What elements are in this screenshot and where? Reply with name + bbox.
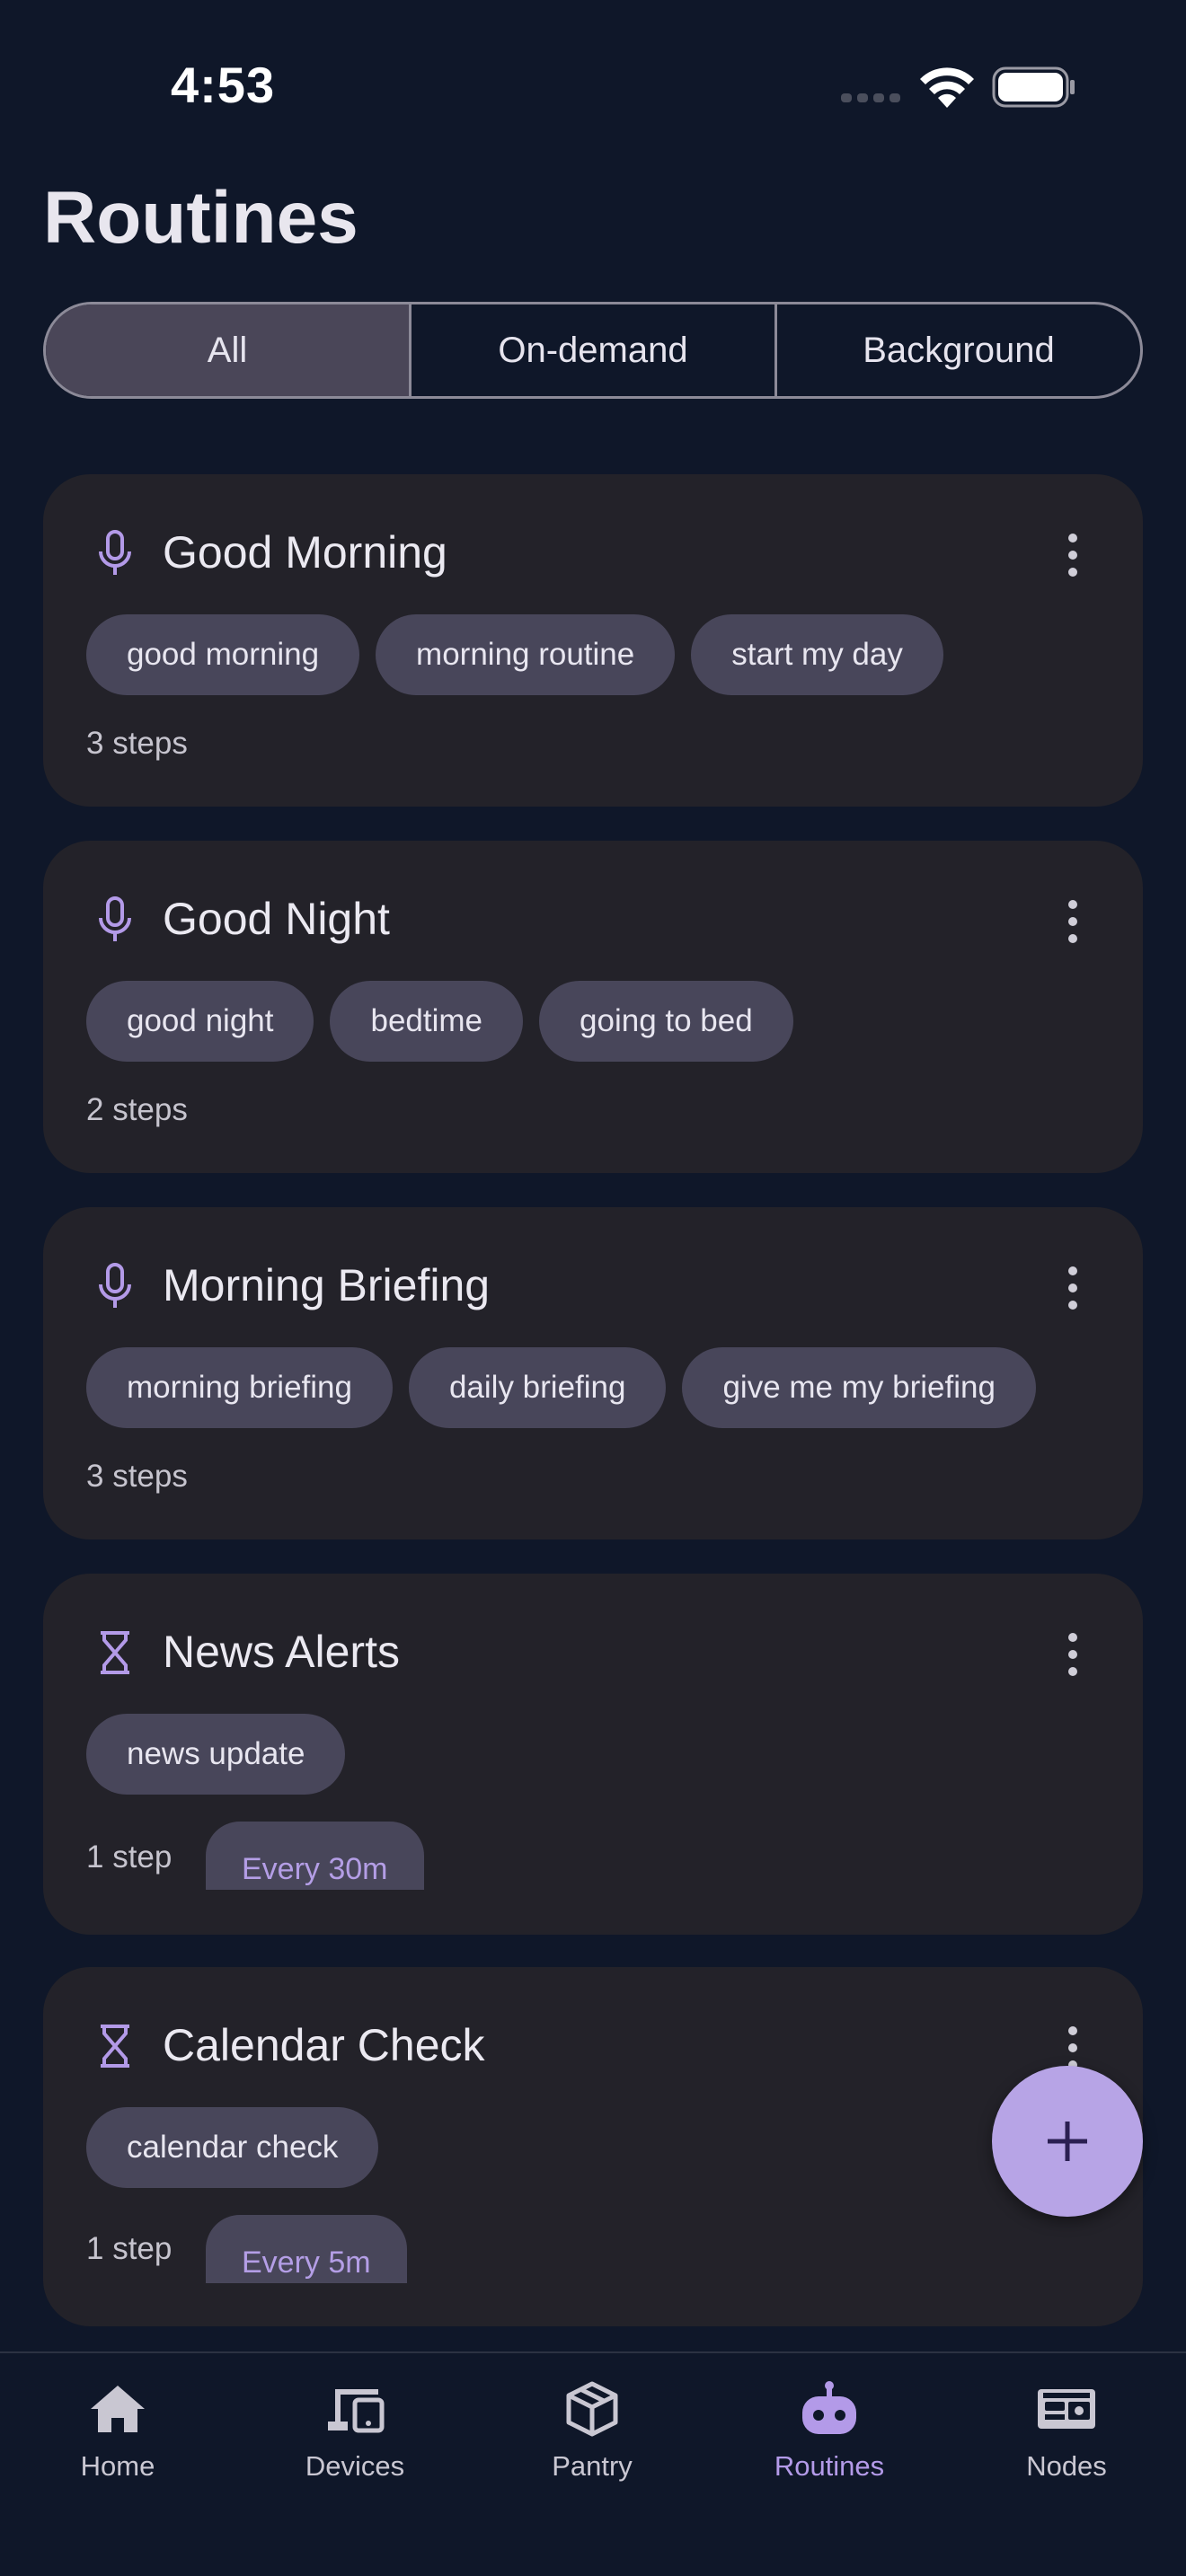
more-options-icon[interactable] — [1066, 2026, 1080, 2069]
nav-label: Devices — [305, 2450, 405, 2482]
more-options-icon[interactable] — [1066, 1633, 1080, 1676]
home-icon — [91, 2386, 145, 2432]
microphone-icon — [99, 896, 131, 941]
routine-card[interactable]: Calendar Check calendar check 1 step Eve… — [43, 1967, 1143, 2326]
nav-nodes[interactable]: Nodes — [977, 2380, 1156, 2506]
routine-card[interactable]: News Alerts news update 1 step Every 30m — [43, 1574, 1143, 1935]
hourglass-icon — [101, 2025, 129, 2068]
status-bar: 4:53 — [0, 0, 1186, 171]
page-title: Routines — [43, 177, 358, 259]
plus-icon — [1048, 2122, 1087, 2161]
trigger-phrase-chip: daily briefing — [408, 1347, 667, 1428]
more-options-icon[interactable] — [1066, 1266, 1080, 1310]
trigger-phrase-chip: good morning — [86, 614, 360, 695]
trigger-phrases: morning briefing daily briefing give me … — [86, 1347, 1036, 1428]
trigger-phrase-chip: news update — [86, 1714, 346, 1795]
routine-title: Good Morning — [163, 527, 447, 578]
nav-home[interactable]: Home — [28, 2380, 208, 2506]
battery-icon — [992, 66, 1075, 108]
routine-card[interactable]: Morning Briefing morning briefing daily … — [43, 1207, 1143, 1539]
nav-label: Nodes — [1026, 2450, 1107, 2482]
tab-on-demand[interactable]: On-demand — [412, 304, 777, 396]
robot-icon — [802, 2381, 856, 2434]
status-time: 4:53 — [171, 57, 276, 113]
step-count: 3 steps — [86, 726, 188, 761]
trigger-phrases: good morning morning routine start my da… — [86, 614, 943, 695]
tab-background[interactable]: Background — [777, 304, 1140, 396]
routine-title: Morning Briefing — [163, 1260, 491, 1310]
devices-icon — [328, 2389, 385, 2433]
step-count: 1 step — [86, 2231, 173, 2266]
cellular-signal-icon — [841, 93, 900, 102]
routine-card[interactable]: Good Morning good morning morning routin… — [43, 474, 1143, 807]
routine-title: Good Night — [163, 894, 390, 944]
nav-routines[interactable]: Routines — [739, 2380, 919, 2506]
routine-filter-tabs: All On-demand Background — [43, 302, 1143, 399]
routine-card[interactable]: Good Night good night bedtime going to b… — [43, 841, 1143, 1173]
trigger-phrases: news update — [86, 1714, 346, 1795]
tab-all[interactable]: All — [46, 304, 412, 396]
nav-devices[interactable]: Devices — [265, 2380, 445, 2506]
schedule-label: Every 5m — [242, 2245, 371, 2280]
add-routine-button[interactable] — [992, 2066, 1143, 2217]
wifi-icon — [920, 67, 974, 108]
routine-title: News Alerts — [163, 1627, 400, 1677]
microphone-icon — [99, 530, 131, 575]
step-count: 3 steps — [86, 1459, 188, 1494]
nav-label: Routines — [774, 2450, 885, 2482]
microphone-icon — [99, 1263, 131, 1308]
more-options-icon[interactable] — [1066, 534, 1080, 577]
hourglass-icon — [101, 1631, 129, 1674]
nav-label: Home — [80, 2450, 155, 2482]
trigger-phrase-chip: bedtime — [330, 981, 524, 1062]
trigger-phrase-chip: calendar check — [86, 2107, 379, 2188]
more-options-icon[interactable] — [1066, 900, 1080, 943]
trigger-phrases: good night bedtime going to bed — [86, 981, 793, 1062]
trigger-phrase-chip: start my day — [691, 614, 943, 695]
trigger-phrase-chip: good night — [86, 981, 314, 1062]
schedule-label: Every 30m — [242, 1852, 388, 1886]
server-icon — [1038, 2389, 1095, 2429]
routine-title: Calendar Check — [163, 2020, 485, 2070]
trigger-phrases: calendar check — [86, 2107, 379, 2188]
step-count: 1 step — [86, 1839, 173, 1875]
trigger-phrase-chip: going to bed — [539, 981, 793, 1062]
trigger-phrase-chip: give me my briefing — [682, 1347, 1036, 1428]
package-icon — [566, 2381, 618, 2437]
nav-pantry[interactable]: Pantry — [502, 2380, 682, 2506]
schedule-chip: Every 30m — [206, 1822, 424, 1890]
trigger-phrase-chip: morning briefing — [86, 1347, 393, 1428]
nav-label: Pantry — [552, 2450, 633, 2482]
bottom-nav: Home Devices Pantry Routines Nodes — [0, 2351, 1186, 2576]
step-count: 2 steps — [86, 1092, 188, 1127]
trigger-phrase-chip: morning routine — [376, 614, 676, 695]
schedule-chip: Every 5m — [206, 2215, 407, 2283]
